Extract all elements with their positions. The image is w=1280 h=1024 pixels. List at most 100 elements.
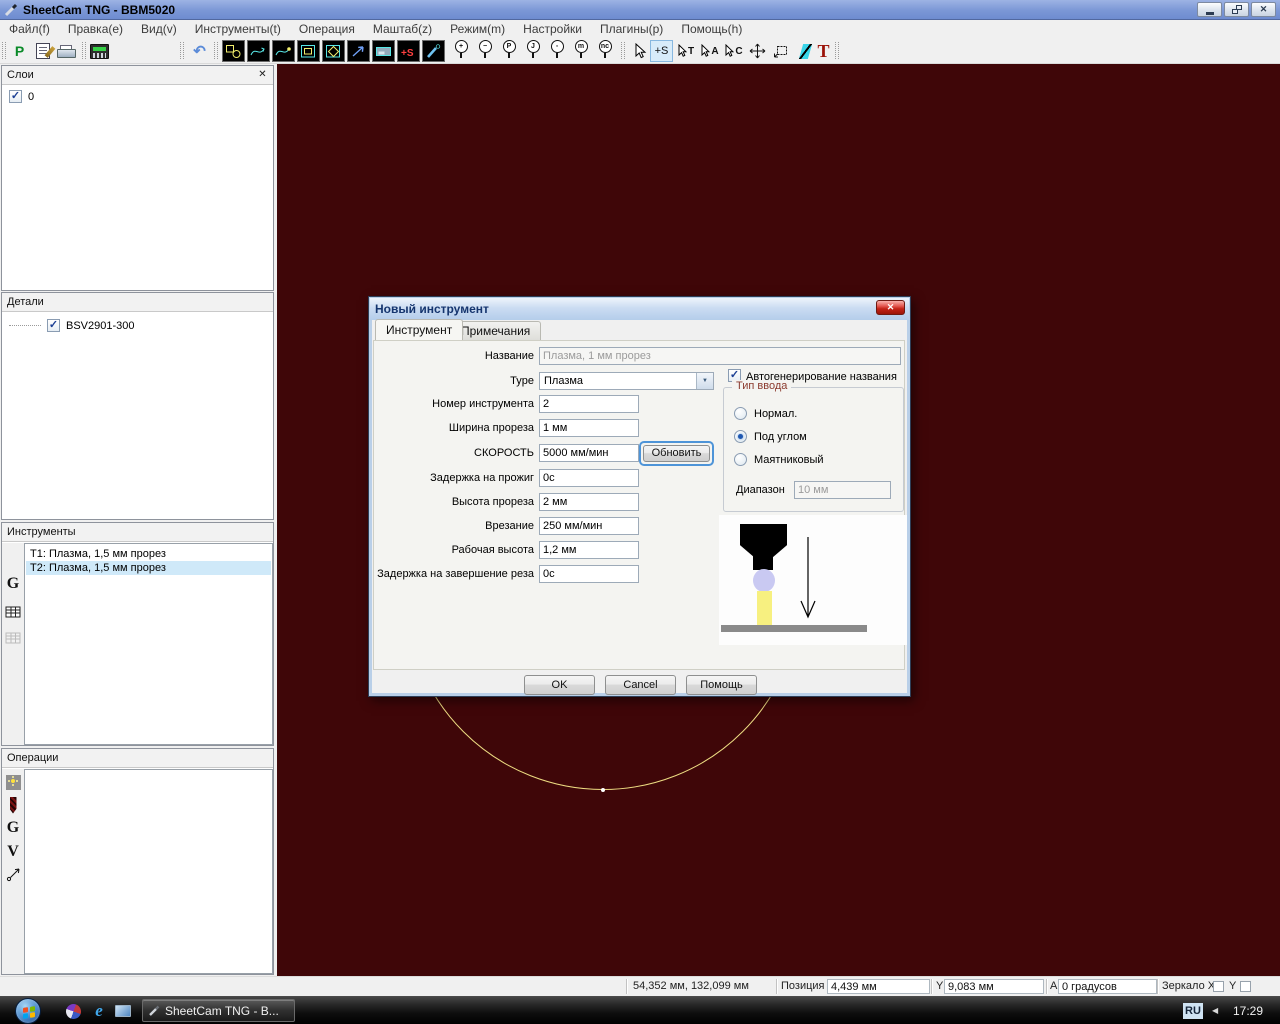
cut-height-input[interactable]	[539, 493, 639, 511]
window-titlebar[interactable]: SheetCam TNG - BBM5020 ✕	[0, 0, 1280, 20]
radio-angled[interactable]	[734, 430, 747, 443]
type-combobox[interactable]: Плазма ▼	[539, 372, 714, 390]
zoom-in-button[interactable]: +	[450, 40, 472, 62]
plunge-rate-input[interactable]	[539, 517, 639, 535]
gcode-operation-button[interactable]: G	[4, 819, 22, 837]
taskbar-app-button[interactable]: SheetCam TNG - B...	[142, 999, 295, 1022]
menu-mode[interactable]: Режим(m)	[441, 22, 514, 36]
toolbar-grip[interactable]	[180, 42, 184, 59]
move-tool-button[interactable]	[746, 40, 769, 62]
operations-list[interactable]	[24, 769, 273, 974]
radio-pendulum[interactable]	[734, 453, 747, 466]
lead-in-button[interactable]	[347, 40, 370, 62]
help-button[interactable]: Помощь	[686, 675, 757, 695]
tool-table-disabled-button[interactable]	[4, 629, 22, 647]
transform-tool-button[interactable]	[770, 40, 793, 62]
zoom-job-button[interactable]: J	[522, 40, 544, 62]
cut-end-delay-input[interactable]	[539, 565, 639, 583]
tab-tool[interactable]: Инструмент	[375, 319, 464, 340]
move-path-operation-button[interactable]	[4, 865, 22, 883]
layers-close-button[interactable]: ✕	[255, 68, 270, 82]
toolbar-grip[interactable]	[621, 42, 625, 59]
tool-item-t1[interactable]: T1: Плазма, 1,5 мм прорез	[26, 547, 271, 561]
start-button[interactable]	[15, 998, 41, 1024]
zoom-machine-button[interactable]: m	[570, 40, 592, 62]
print-button[interactable]	[54, 40, 77, 62]
tool-item-t2-selected[interactable]: T2: Плазма, 1,5 мм прорез	[26, 561, 271, 575]
position-x-field[interactable]	[827, 979, 930, 994]
position-y-field[interactable]	[944, 979, 1044, 994]
minimize-button[interactable]	[1197, 2, 1222, 17]
new-plasma-tool-button[interactable]	[4, 549, 22, 567]
new-operation-button[interactable]	[4, 773, 22, 791]
language-indicator[interactable]: RU	[1183, 1003, 1203, 1019]
mirror-y-checkbox[interactable]	[1240, 981, 1251, 992]
tab-notes[interactable]: Примечания	[450, 321, 542, 340]
offset-inside-button[interactable]	[297, 40, 320, 62]
name-input[interactable]	[539, 347, 901, 365]
restore-button[interactable]	[1224, 2, 1249, 17]
quicklaunch-ie-button[interactable]: e	[90, 1001, 108, 1020]
combo-dropdown-button[interactable]: ▼	[696, 373, 713, 389]
layer-item[interactable]: ✓ 0	[9, 90, 34, 103]
ok-button[interactable]: OK	[524, 675, 595, 695]
parts-tree[interactable]: ✓ BSV2901-300	[2, 313, 273, 519]
menu-tools[interactable]: Инструменты(t)	[186, 22, 290, 36]
zoom-extents-button[interactable]: ▫	[546, 40, 568, 62]
plate-tool-button[interactable]	[372, 40, 395, 62]
range-input[interactable]	[794, 481, 891, 499]
clock[interactable]: 17:29	[1233, 997, 1263, 1024]
vcut-operation-button[interactable]: V	[4, 843, 22, 861]
part-checkbox[interactable]: ✓	[47, 319, 60, 332]
closed-path-tool-button[interactable]	[272, 40, 295, 62]
menu-operation[interactable]: Операция	[290, 22, 364, 36]
parts-panel-header[interactable]: Детали	[2, 293, 273, 312]
select-all-cursor-button[interactable]: A	[698, 40, 721, 62]
menu-help[interactable]: Помощь(h)	[672, 22, 751, 36]
pierce-delay-input[interactable]	[539, 469, 639, 487]
toolbar-grip[interactable]	[214, 42, 218, 59]
feed-rate-input[interactable]	[539, 444, 639, 462]
update-button[interactable]: Обновить	[643, 445, 710, 462]
select-tool-cursor-button[interactable]: T	[674, 40, 697, 62]
layers-panel-header[interactable]: Слои ✕	[2, 66, 273, 85]
tools-panel-header[interactable]: Инструменты	[2, 523, 273, 542]
undo-button[interactable]: ↶	[188, 40, 211, 62]
layers-list[interactable]: ✓ 0	[2, 86, 273, 290]
tools-list[interactable]: T1: Плазма, 1,5 мм прорез T2: Плазма, 1,…	[24, 543, 273, 745]
gcode-tool-button[interactable]: G	[4, 575, 22, 593]
tray-collapse-icon[interactable]: ◀	[1212, 1006, 1218, 1015]
toolbar-grip[interactable]	[2, 42, 6, 59]
zoom-out-button[interactable]: −	[474, 40, 496, 62]
offset-diagonal-button[interactable]	[322, 40, 345, 62]
calculator-button[interactable]	[88, 40, 111, 62]
tool-number-input[interactable]	[539, 395, 639, 413]
select-contour-cursor-button[interactable]: C	[722, 40, 745, 62]
zoom-nc-button[interactable]: nc	[594, 40, 616, 62]
select-cursor-button[interactable]	[628, 40, 651, 62]
toolbar-grip[interactable]	[835, 42, 839, 59]
shapes-tool-button[interactable]	[222, 40, 245, 62]
mirror-x-checkbox[interactable]	[1213, 981, 1224, 992]
toolbar-grip[interactable]	[82, 42, 86, 59]
menu-plugins[interactable]: Плагины(p)	[591, 22, 672, 36]
dialog-close-button[interactable]: ✕	[876, 300, 905, 315]
open-path-tool-button[interactable]	[247, 40, 270, 62]
menu-settings[interactable]: Настройки	[514, 22, 591, 36]
close-button[interactable]: ✕	[1251, 2, 1276, 17]
layer-checkbox[interactable]: ✓	[9, 90, 22, 103]
angle-field[interactable]	[1058, 979, 1157, 994]
menu-view[interactable]: Вид(v)	[132, 22, 186, 36]
cancel-button[interactable]: Cancel	[605, 675, 676, 695]
text-tool-button[interactable]: T	[812, 40, 835, 62]
tool-table-button[interactable]	[4, 603, 22, 621]
menu-scale[interactable]: Маштаб(z)	[364, 22, 441, 36]
operations-panel-header[interactable]: Операции	[2, 749, 273, 768]
part-item[interactable]: ✓ BSV2901-300	[9, 319, 135, 332]
radio-normal[interactable]	[734, 407, 747, 420]
select-start-mode-button[interactable]: +S	[650, 40, 673, 62]
quicklaunch-desktop-button[interactable]	[114, 1002, 132, 1020]
add-start-point-button[interactable]: +S	[397, 40, 420, 62]
post-process-button[interactable]: P	[8, 40, 31, 62]
kerf-width-input[interactable]	[539, 419, 639, 437]
